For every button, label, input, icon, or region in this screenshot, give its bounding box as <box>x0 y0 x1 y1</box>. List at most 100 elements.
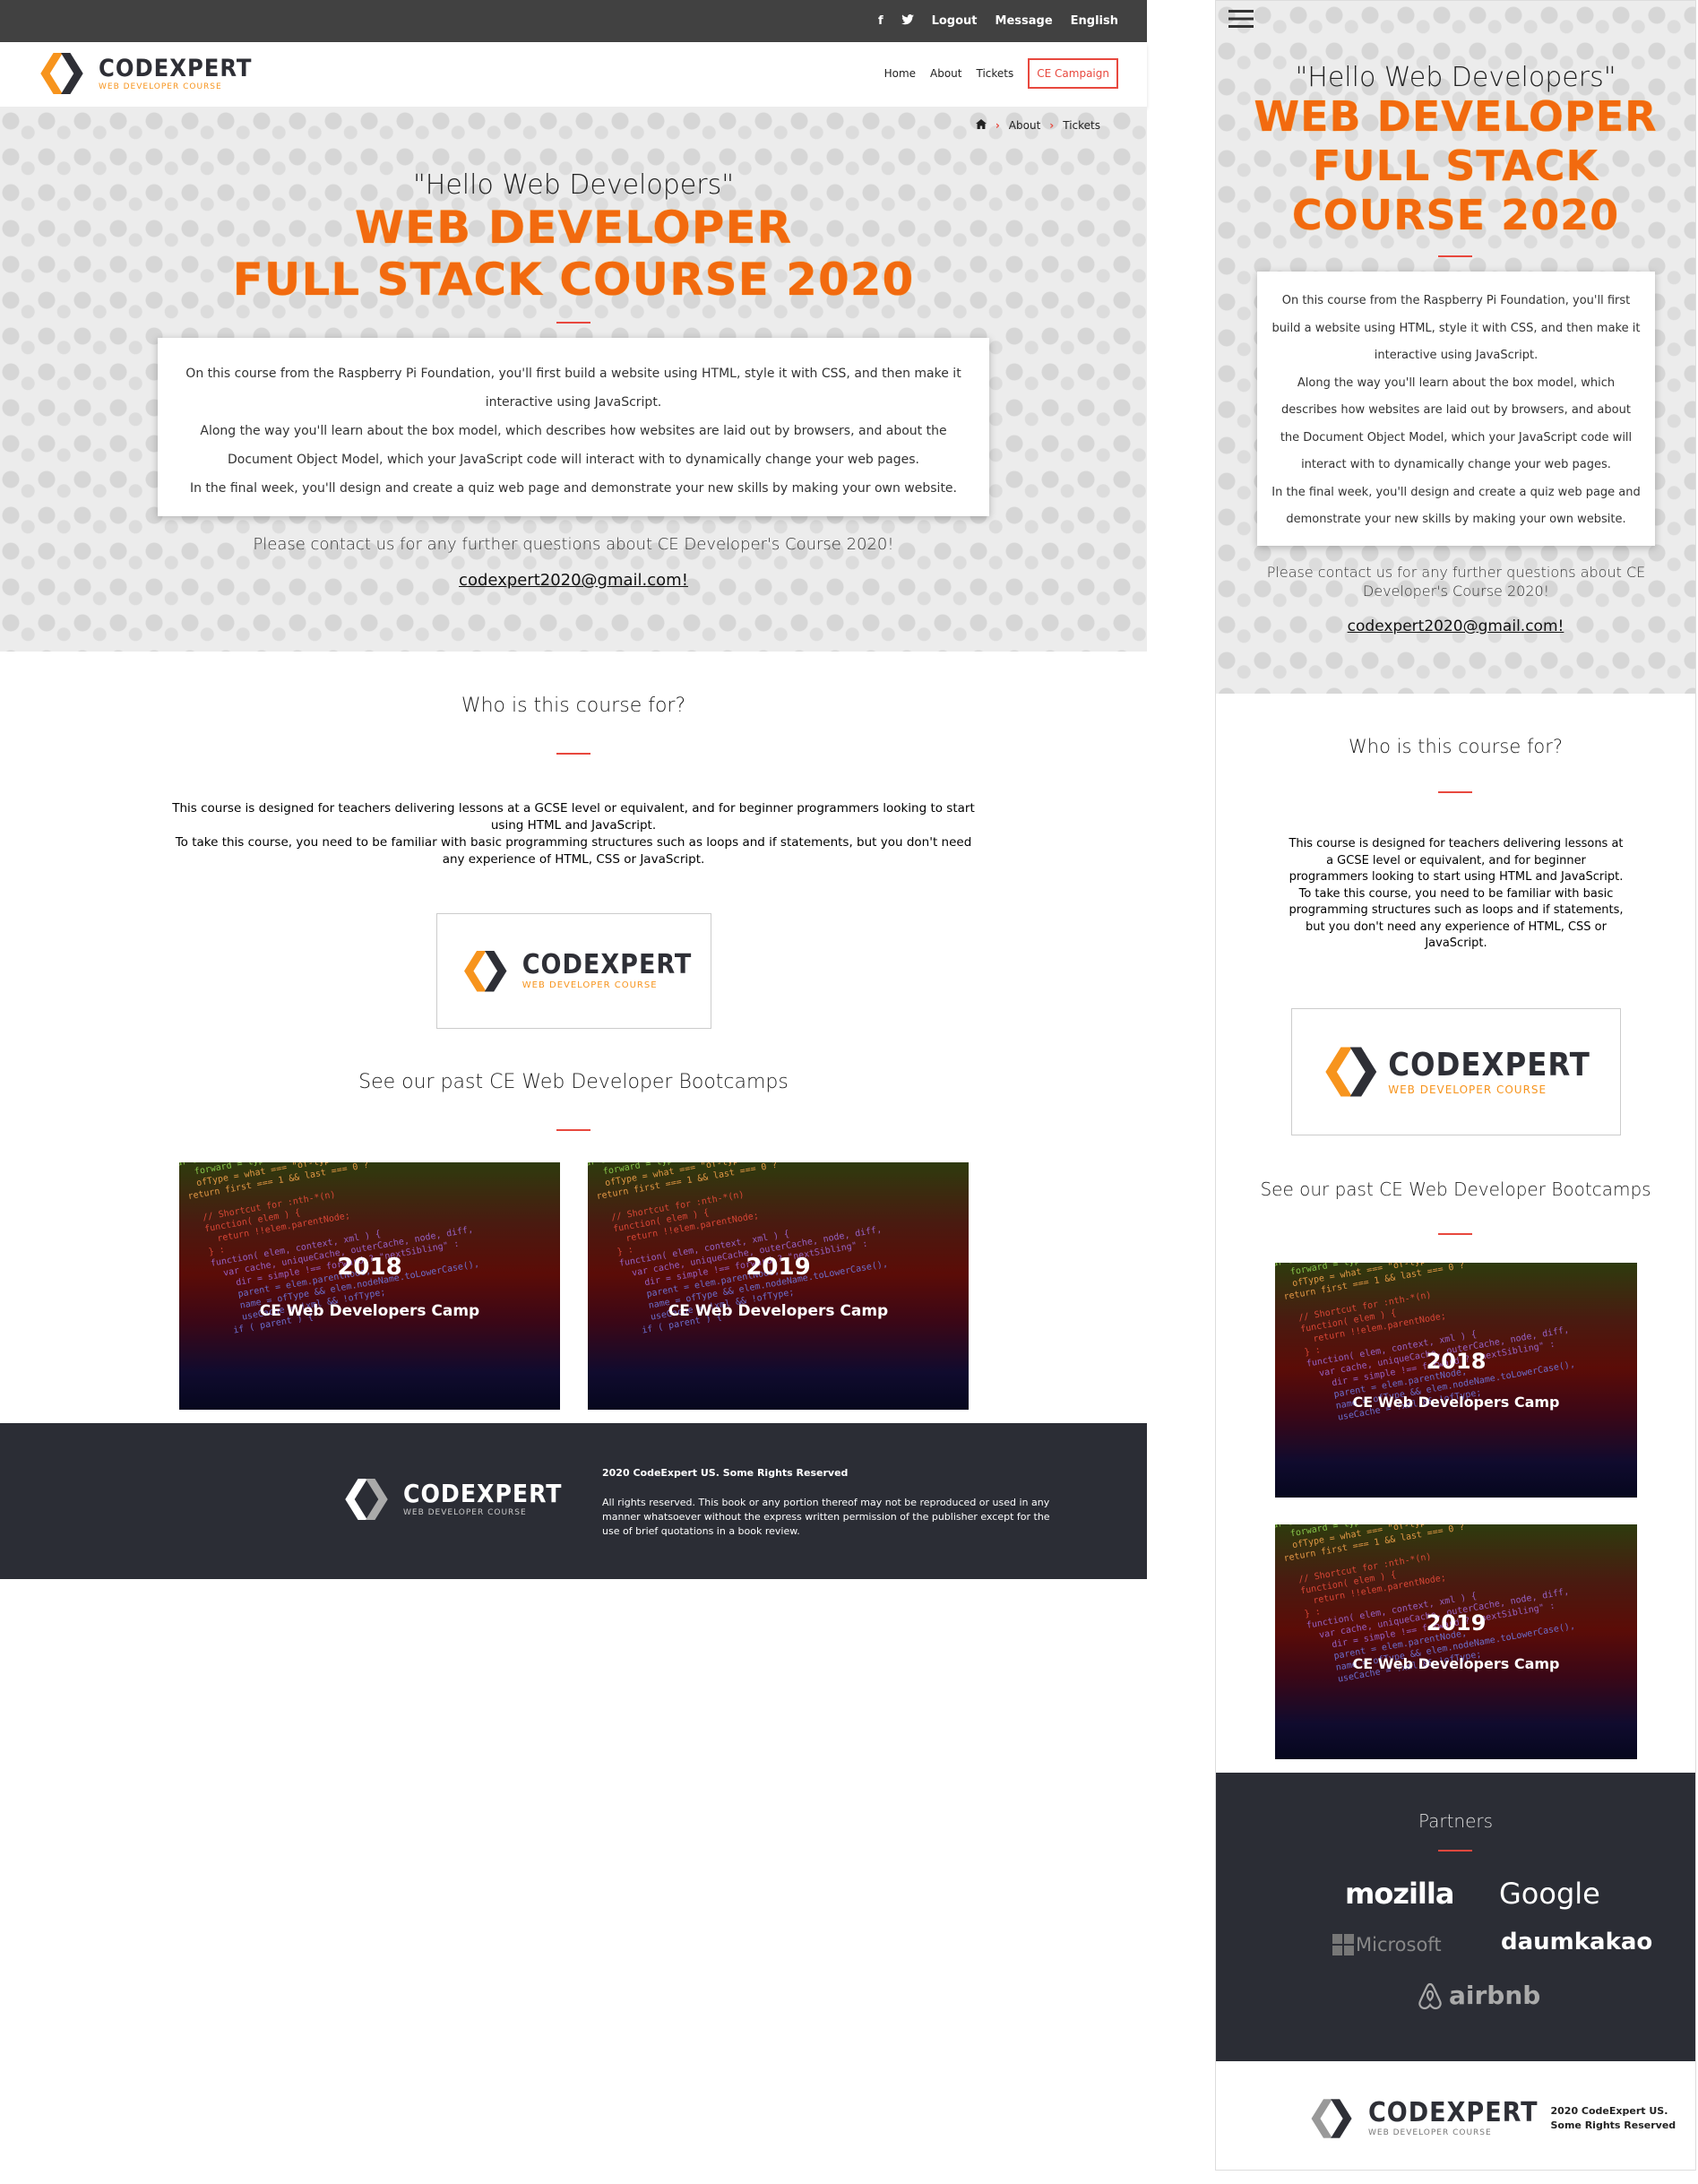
partners-heading: Partners <box>1418 1810 1494 1832</box>
logo-mark-icon <box>337 1473 398 1525</box>
logo-word: CODEXPERT <box>403 1479 563 1508</box>
who-paragraph-2: To take this course, you need to be fami… <box>1289 886 1624 951</box>
divider <box>556 753 590 755</box>
divider <box>1438 1233 1472 1235</box>
course-logo: CODEXPERT WEB DEVELOPER COURSE <box>1322 1046 1590 1098</box>
course-logo: CODEXPERT WEB DEVELOPER COURSE <box>456 945 692 997</box>
logo-tagline: WEB DEVELOPER COURSE <box>1368 2128 1492 2137</box>
bootcamp-title: CE Web Developers Camp <box>668 1302 889 1320</box>
mobile-hero-title-line-1: WEB DEVELOPER <box>1254 92 1658 141</box>
airbnb-icon <box>1418 1982 1442 2009</box>
nav-about[interactable]: About <box>930 67 961 80</box>
hero-title-line-1: WEB DEVELOPER <box>354 202 793 254</box>
course-logo-box: CODEXPERT WEB DEVELOPER COURSE <box>436 913 711 1029</box>
mobile-footer-rights-line-1: 2020 CodeExpert US. <box>1550 2105 1668 2117</box>
hero-paragraph-1: On this course from the Raspberry Pi Fou… <box>185 367 961 410</box>
hero-paragraph-2: Along the way you'll learn about the box… <box>200 424 947 467</box>
contact-email-link[interactable]: codexpert2020@gmail.com! <box>0 571 1147 590</box>
mobile-footer: CODEXPERT WEB DEVELOPER COURSE 2020 Code… <box>1302 2093 1676 2145</box>
divider <box>1438 1850 1472 1852</box>
mobile-bootcamp-2018-card[interactable]: var simple = type.slice( forward = type.… <box>1275 1263 1637 1498</box>
partner-mozilla-logo: mozilla <box>1345 1877 1454 1911</box>
logo-mark-icon <box>1315 1040 1389 1103</box>
divider <box>1438 791 1472 793</box>
main-nav: Home About Tickets CE Campaign <box>884 58 1118 89</box>
mobile-course-logo-box: CODEXPERT WEB DEVELOPER COURSE <box>1291 1008 1621 1135</box>
partner-microsoft-label: Microsoft <box>1356 1934 1442 1955</box>
hamburger-menu-icon[interactable] <box>1228 8 1254 33</box>
partner-google-logo: Google <box>1499 1877 1600 1911</box>
who-heading: Who is this course for? <box>461 695 686 717</box>
who-paragraph-1: This course is designed for teachers del… <box>1289 837 1624 884</box>
logo-tagline: WEB DEVELOPER COURSE <box>521 980 658 990</box>
contact-text: Please contact us for any further questi… <box>253 535 894 554</box>
breadcrumb-about[interactable]: About <box>1009 119 1040 132</box>
facebook-icon[interactable]: f <box>878 14 883 28</box>
hero-title-line-2: FULL STACK COURSE 2020 <box>232 254 915 306</box>
bootcamp-2019-card[interactable]: var simple = type.slice( forward = type.… <box>588 1162 969 1410</box>
mobile-footer-rights: 2020 CodeExpert US. Some Rights Reserved <box>1550 2104 1676 2133</box>
hero-paragraph-2: Along the way you'll learn about the box… <box>1280 376 1633 472</box>
mobile-bootcamp-2019-card[interactable]: var simple = type.slice( forward = type.… <box>1275 1524 1637 1759</box>
bootcamp-year: 2018 <box>1426 1349 1487 1374</box>
who-description: This course is designed for teachers del… <box>166 800 981 868</box>
mobile-footer-rights-line-2: Some Rights Reserved <box>1550 2119 1676 2131</box>
logo-tagline: WEB DEVELOPER COURSE <box>403 1508 527 1517</box>
bootcamp-title: CE Web Developers Camp <box>1352 1394 1560 1411</box>
partner-microsoft-logo: Microsoft <box>1332 1934 1442 1955</box>
bootcamp-2018-card[interactable]: var simple = type.slice( forward = type.… <box>179 1162 560 1410</box>
who-paragraph-1: This course is designed for teachers del… <box>172 801 975 833</box>
breadcrumb-separator-icon: › <box>995 119 1000 132</box>
partner-airbnb-logo: airbnb <box>1417 1981 1540 2010</box>
partner-daumkakao-logo: daumkakao <box>1501 1929 1653 1955</box>
mobile-footer-logo[interactable]: CODEXPERT WEB DEVELOPER COURSE <box>1302 2093 1538 2145</box>
home-icon[interactable] <box>975 119 987 132</box>
breadcrumb: › About › Tickets <box>975 119 1100 132</box>
hero-paragraph-3: In the final week, you'll design and cre… <box>189 481 957 496</box>
mobile-who-heading: Who is this course for? <box>1349 736 1563 757</box>
site-header: CODEXPERT WEB DEVELOPER COURSE Home Abou… <box>0 42 1147 107</box>
nav-ce-campaign-button[interactable]: CE Campaign <box>1028 58 1118 89</box>
bootcamp-year: 2018 <box>337 1254 402 1281</box>
hero-paragraph-1: On this course from the Raspberry Pi Fou… <box>1271 294 1641 362</box>
message-link[interactable]: Message <box>996 14 1053 28</box>
divider <box>556 322 590 324</box>
logout-link[interactable]: Logout <box>932 14 978 28</box>
logo-word: CODEXPERT <box>1388 1046 1590 1083</box>
logo-mark-icon <box>32 47 93 99</box>
mobile-contact-email-link[interactable]: codexpert2020@gmail.com! <box>1216 617 1695 635</box>
mobile-view: "Hello Web Developers" WEB DEVELOPER FUL… <box>1215 0 1696 2171</box>
nav-home[interactable]: Home <box>884 67 916 80</box>
footer-rights-body: All rights reserved. This book or any po… <box>602 1497 1050 1537</box>
site-logo[interactable]: CODEXPERT WEB DEVELOPER COURSE <box>32 47 252 99</box>
logo-mark-icon <box>456 945 517 997</box>
past-bootcamps-heading: See our past CE Web Developer Bootcamps <box>358 1071 789 1093</box>
logo-tagline: WEB DEVELOPER COURSE <box>1388 1083 1547 1096</box>
mobile-hero-greeting: "Hello Web Developers" <box>1295 62 1616 93</box>
mobile-hero-description-card: On this course from the Raspberry Pi Fou… <box>1257 272 1655 546</box>
bootcamp-title: CE Web Developers Camp <box>259 1302 480 1320</box>
mobile-who-description: This course is designed for teachers del… <box>1288 836 1625 953</box>
language-link[interactable]: English <box>1071 14 1118 28</box>
footer-rights-title: 2020 CodeExpert US. Some Rights Reserved <box>602 1467 849 1479</box>
nav-tickets[interactable]: Tickets <box>977 67 1014 80</box>
bootcamp-year: 2019 <box>1426 1610 1487 1636</box>
bootcamp-title: CE Web Developers Camp <box>1352 1655 1560 1672</box>
mobile-hero-title-line-2: FULL STACK <box>1312 142 1599 190</box>
footer-logo[interactable]: CODEXPERT WEB DEVELOPER COURSE <box>337 1473 562 1525</box>
hero-greeting: "Hello Web Developers" <box>412 169 735 201</box>
divider <box>1438 255 1472 257</box>
hero-description-card: On this course from the Raspberry Pi Fou… <box>158 338 989 516</box>
logo-word: CODEXPERT <box>99 54 253 82</box>
logo-mark-icon <box>1304 2093 1362 2143</box>
mobile-contact-text: Please contact us for any further questi… <box>1266 564 1646 600</box>
logo-word: CODEXPERT <box>521 949 693 980</box>
breadcrumb-separator-icon: › <box>1049 119 1055 132</box>
site-footer: CODEXPERT WEB DEVELOPER COURSE 2020 Code… <box>0 1423 1147 1579</box>
mobile-hero-section: "Hello Web Developers" WEB DEVELOPER FUL… <box>1216 1 1695 694</box>
mobile-hero-title-line-3: COURSE 2020 <box>1291 191 1620 239</box>
breadcrumb-tickets[interactable]: Tickets <box>1063 119 1100 132</box>
partners-section: Partners mozilla Google Microsoft daumka… <box>1216 1773 1695 2061</box>
bootcamp-year: 2019 <box>746 1254 811 1281</box>
twitter-icon[interactable] <box>901 13 914 29</box>
